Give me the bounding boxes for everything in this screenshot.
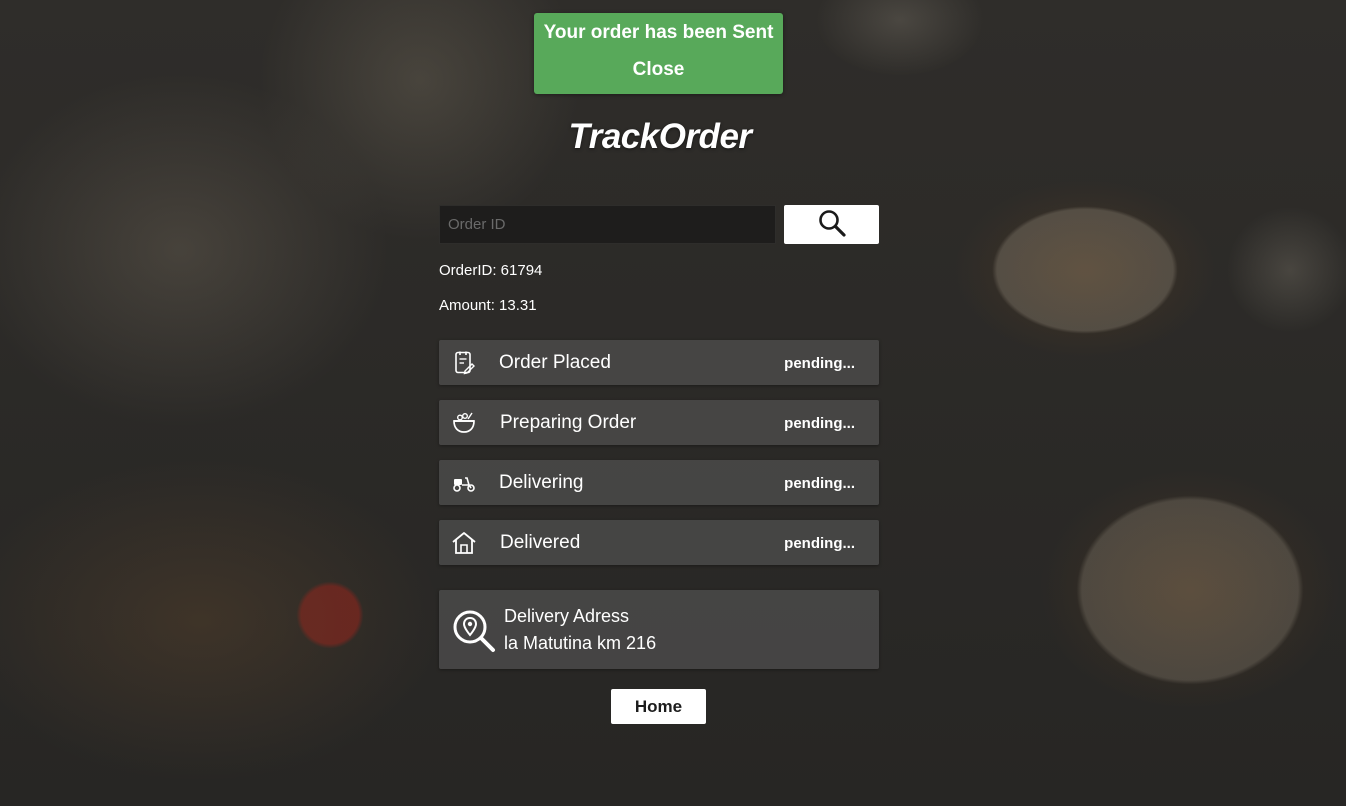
step-delivered: Delivered pending... [439, 520, 879, 565]
step-label: Delivered [500, 532, 581, 553]
step-preparing-order: Preparing Order pending... [439, 400, 879, 445]
delivery-address-value: la Matutina km 216 [504, 633, 657, 653]
home-button[interactable]: Home [611, 689, 706, 724]
search-icon [817, 208, 847, 241]
scooter-icon [451, 470, 477, 496]
toast-close-button[interactable]: Close [534, 59, 783, 81]
location-search-icon [451, 608, 497, 654]
step-status: pending... [784, 475, 855, 492]
toast-message: Your order has been Sent [543, 22, 774, 43]
step-label: Delivering [499, 472, 584, 493]
order-id-text: OrderID: 61794 [439, 262, 543, 279]
step-status: pending... [784, 415, 855, 432]
step-label: Preparing Order [500, 412, 637, 433]
search-button[interactable] [784, 205, 879, 244]
page-title: TrackOrder [568, 117, 752, 156]
order-placed-icon [451, 350, 477, 376]
step-order-placed: Order Placed pending... [439, 340, 879, 385]
delivery-address-card: Delivery Adress la Matutina km 216 [439, 590, 879, 669]
step-label: Order Placed [499, 352, 611, 373]
delivery-address-title: Delivery Adress [504, 606, 630, 626]
order-amount-text: Amount: 13.31 [439, 297, 537, 314]
food-bowl-icon [451, 410, 477, 436]
step-status: pending... [784, 355, 855, 372]
step-status: pending... [784, 535, 855, 552]
house-icon [451, 530, 477, 556]
notification-toast: Your order has been Sent Close [534, 13, 783, 94]
order-id-input[interactable] [439, 205, 776, 244]
step-delivering: Delivering pending... [439, 460, 879, 505]
